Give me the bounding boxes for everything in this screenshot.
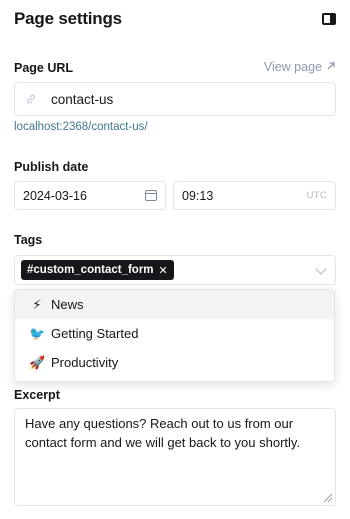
page-url-label: Page URL xyxy=(14,61,74,75)
rocket-icon: 🚀 xyxy=(29,354,46,370)
publish-date-value: 2024-03-16 xyxy=(23,188,87,203)
tag-remove-icon[interactable]: ✕ xyxy=(159,264,168,277)
tag-chip[interactable]: #custom_contact_form ✕ xyxy=(21,260,174,280)
chevron-down-icon[interactable] xyxy=(315,263,327,275)
publish-date-input[interactable]: 2024-03-16 xyxy=(14,181,166,210)
sidebar-toggle-icon[interactable] xyxy=(322,13,336,25)
excerpt-textarea[interactable]: Have any questions? Reach out to us from… xyxy=(14,408,336,506)
tag-option-label: Getting Started xyxy=(51,326,139,341)
page-url-hint: localhost:2368/contact-us/ xyxy=(14,121,148,133)
publish-date-label: Publish date xyxy=(14,160,89,174)
tag-option-label: Productivity xyxy=(51,355,119,370)
publish-time-value: 09:13 xyxy=(182,188,214,203)
publish-time-input[interactable]: 09:13 UTC xyxy=(173,181,336,210)
excerpt-value: Have any questions? Reach out to us from… xyxy=(25,416,301,450)
lightning-icon: ⚡ xyxy=(32,296,42,312)
resize-handle[interactable] xyxy=(324,494,332,502)
bird-icon: 🐦 xyxy=(29,325,46,341)
panel-header: Page settings xyxy=(14,8,336,30)
page-url-input[interactable]: contact-us xyxy=(14,82,336,116)
panel-title: Page settings xyxy=(14,9,122,28)
tag-option-label: News xyxy=(51,297,84,312)
tag-chip-label: #custom_contact_form xyxy=(27,264,154,276)
tag-option-getting-started[interactable]: 🐦 Getting Started xyxy=(15,319,334,348)
calendar-icon[interactable] xyxy=(145,190,157,201)
tag-option-productivity[interactable]: 🚀 Productivity xyxy=(15,348,334,377)
external-link-icon xyxy=(326,60,336,74)
page-url-value: contact-us xyxy=(51,91,114,107)
link-icon xyxy=(25,93,37,105)
timezone-label: UTC xyxy=(306,190,327,201)
tags-label: Tags xyxy=(14,233,43,247)
tags-input[interactable]: #custom_contact_form ✕ xyxy=(14,255,336,285)
excerpt-label: Excerpt xyxy=(14,388,60,402)
tags-dropdown: ⚡ News 🐦 Getting Started 🚀 Productivity xyxy=(14,289,335,382)
view-page-link[interactable]: View page xyxy=(264,60,336,74)
view-page-label: View page xyxy=(263,60,322,74)
tag-option-news[interactable]: ⚡ News xyxy=(15,290,334,319)
